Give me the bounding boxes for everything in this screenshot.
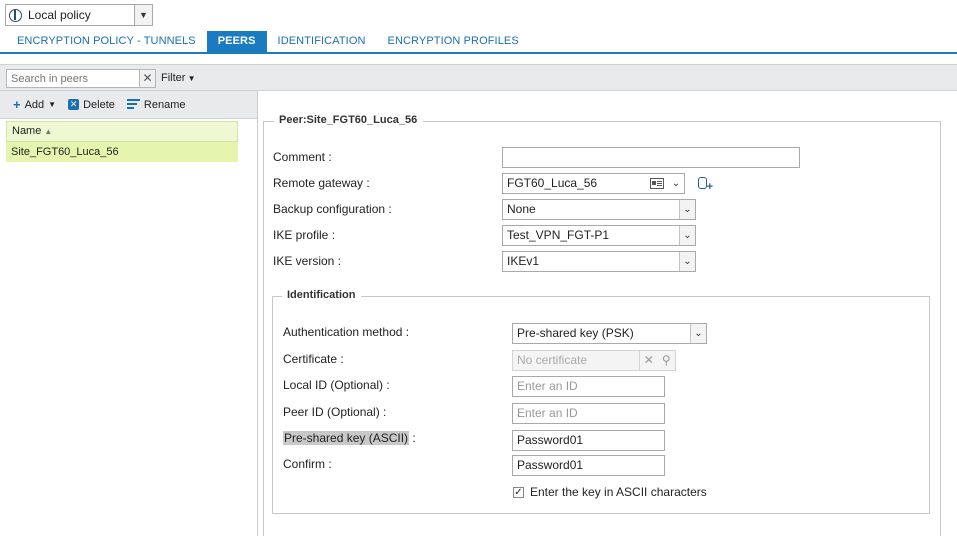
tab-peers[interactable]: PEERS <box>206 31 267 52</box>
certificate-tools: ✕ ⚲ <box>640 350 676 371</box>
peer-id-input[interactable]: Enter an ID <box>512 403 665 424</box>
filter-label: Filter <box>161 72 186 84</box>
filter-button[interactable]: Filter ▼ <box>161 72 196 84</box>
auth-method-value: Pre-shared key (PSK) <box>517 326 634 340</box>
tab-encryption-profiles[interactable]: ENCRYPTION PROFILES <box>377 31 530 52</box>
plus-icon: + <box>13 97 21 112</box>
sort-ascending-icon: ▲ <box>44 127 53 136</box>
chevron-down-icon[interactable]: ▼ <box>134 5 152 25</box>
ike-version-label: IKE version : <box>273 254 342 268</box>
rename-icon <box>126 99 140 110</box>
ascii-checkbox[interactable]: ✓ <box>513 487 524 498</box>
search-box: ✕ <box>6 69 156 88</box>
add-database-icon[interactable]: + <box>697 176 713 193</box>
psk-input[interactable]: Password01 <box>512 430 665 451</box>
search-toolbar: ✕ Filter ▼ <box>0 64 957 91</box>
psk-label-text: Pre-shared key (ASCII) <box>283 431 410 445</box>
policy-select-label: Local policy <box>28 8 91 22</box>
psk-label: Pre-shared key (ASCII) : <box>283 431 416 445</box>
chevron-down-icon[interactable]: ⌄ <box>668 174 684 193</box>
add-caret-icon: ▼ <box>48 100 57 109</box>
address-card-icon[interactable] <box>650 178 664 189</box>
rename-button[interactable]: Rename <box>126 98 186 111</box>
identification-legend: Identification <box>282 289 362 301</box>
clear-certificate-icon[interactable]: ✕ <box>640 351 658 370</box>
add-label: Add <box>24 98 45 111</box>
ike-version-value: IKEv1 <box>507 254 540 268</box>
filter-caret-icon: ▼ <box>185 74 196 83</box>
remote-gateway-label: Remote gateway : <box>273 176 370 190</box>
tab-bar: ENCRYPTION POLICY - TUNNELS PEERS IDENTI… <box>0 31 957 54</box>
name-column-header[interactable]: Name ▲ <box>6 121 238 142</box>
certificate-label: Certificate : <box>283 352 344 366</box>
confirm-label: Confirm : <box>283 457 332 471</box>
psk-label-colon: : <box>409 431 416 445</box>
backup-configuration-select[interactable]: None ⌄ <box>502 199 696 220</box>
name-column-label: Name <box>12 125 42 137</box>
certificate-input[interactable]: No certificate <box>512 350 640 371</box>
peer-id-label: Peer ID (Optional) : <box>283 405 387 419</box>
chevron-down-icon[interactable]: ⌄ <box>679 226 695 245</box>
clear-search-icon[interactable]: ✕ <box>139 70 155 87</box>
table-row[interactable]: Site_FGT60_Luca_56 <box>6 142 238 162</box>
remote-gateway-value: FGT60_Luca_56 <box>507 176 598 190</box>
local-id-label: Local ID (Optional) : <box>283 378 390 392</box>
search-icon[interactable]: ⚲ <box>658 351 676 370</box>
delete-button[interactable]: ✕ Delete <box>68 99 115 111</box>
ike-version-select[interactable]: IKEv1 ⌄ <box>502 251 696 272</box>
auth-method-label: Authentication method : <box>283 325 410 339</box>
action-bar: + Add ▼ ✕ Delete Rename <box>0 91 257 119</box>
peer-details-pane: Peer:Site_FGT60_Luca_56 Comment : Remote… <box>259 91 957 536</box>
rename-label: Rename <box>143 98 186 111</box>
chevron-down-icon[interactable]: ⌄ <box>679 252 695 271</box>
ike-profile-label: IKE profile : <box>273 228 336 242</box>
policy-select[interactable]: Local policy ▼ <box>5 4 153 26</box>
policy-globe-icon <box>9 8 22 22</box>
ike-profile-select[interactable]: Test_VPN_FGT-P1 ⌄ <box>502 225 696 246</box>
search-input[interactable] <box>11 70 139 87</box>
remote-gateway-select[interactable]: FGT60_Luca_56 ⌄ <box>502 173 685 194</box>
confirm-input[interactable]: Password01 <box>512 455 665 476</box>
ike-profile-value: Test_VPN_FGT-P1 <box>507 228 610 242</box>
peer-legend: Peer:Site_FGT60_Luca_56 <box>274 114 424 126</box>
tab-encryption-policy-tunnels[interactable]: ENCRYPTION POLICY - TUNNELS <box>6 31 207 52</box>
tab-identification[interactable]: IDENTIFICATION <box>267 31 377 52</box>
ascii-checkbox-label: Enter the key in ASCII characters <box>530 485 707 499</box>
add-button[interactable]: + Add ▼ <box>13 97 56 112</box>
peers-list-pane: + Add ▼ ✕ Delete Rename Name ▲ Site_FGT60… <box>0 91 258 536</box>
local-id-input[interactable]: Enter an ID <box>512 376 665 397</box>
comment-input[interactable] <box>502 147 800 168</box>
delete-label: Delete <box>83 98 115 111</box>
comment-label: Comment : <box>273 150 332 164</box>
identification-fieldset: Identification Authentication method : P… <box>272 289 930 514</box>
chevron-down-icon[interactable]: ⌄ <box>679 200 695 219</box>
delete-icon: ✕ <box>68 99 80 110</box>
auth-method-select[interactable]: Pre-shared key (PSK) ⌄ <box>512 323 707 344</box>
chevron-down-icon[interactable]: ⌄ <box>690 324 706 343</box>
backup-configuration-label: Backup configuration : <box>273 202 392 216</box>
backup-configuration-value: None <box>507 202 536 216</box>
